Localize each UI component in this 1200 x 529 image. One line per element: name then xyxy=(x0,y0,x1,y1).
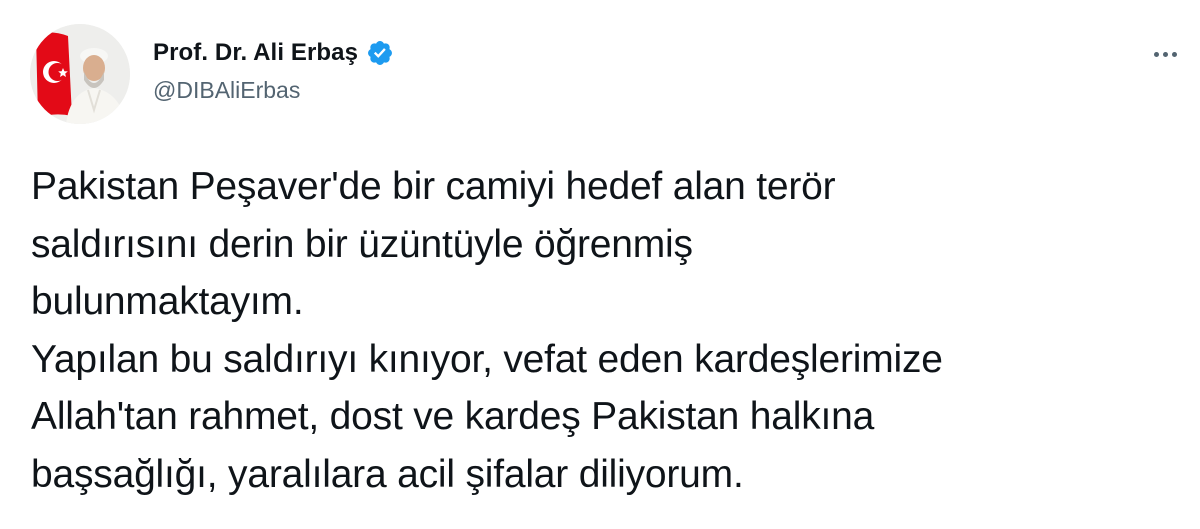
author-display-name[interactable]: Prof. Dr. Ali Erbaş xyxy=(153,39,358,67)
tweet-text-line: saldırısını derin bir üzüntüyle öğrenmiş xyxy=(31,222,693,266)
author-handle[interactable]: @DIBAliErbas xyxy=(153,77,394,104)
more-horizontal-icon-dot xyxy=(1162,51,1168,57)
tweet-text-line: başsağlığı, yaralılara acil şifalar dili… xyxy=(31,452,744,496)
tweet-text-line: Pakistan Peşaver'de bir camiyi hedef ala… xyxy=(31,165,836,208)
avatar[interactable] xyxy=(30,24,130,124)
avatar-image xyxy=(30,24,130,124)
tweet-text-line: Yapılan bu saldırıyı kınıyor, vefat eden… xyxy=(31,337,943,381)
tweet-card: Prof. Dr. Ali Erbaş @DIBAliErbas Pakista… xyxy=(0,0,1200,529)
more-horizontal-icon-dot xyxy=(1153,51,1159,57)
author-name-row: Prof. Dr. Ali Erbaş xyxy=(153,38,394,68)
tweet-text-line: Allah'tan rahmet, dost ve kardeş Pakista… xyxy=(31,395,875,438)
tweet-text: Pakistan Peşaver'de bir camiyi hedef ala… xyxy=(31,158,1191,503)
tweet-text-line: bulunmaktayım. xyxy=(31,280,304,323)
more-options-button[interactable] xyxy=(1145,36,1185,72)
tweet-author: Prof. Dr. Ali Erbaş @DIBAliErbas xyxy=(153,38,394,104)
more-horizontal-icon-dot xyxy=(1171,51,1177,57)
verified-badge-icon xyxy=(366,39,394,67)
